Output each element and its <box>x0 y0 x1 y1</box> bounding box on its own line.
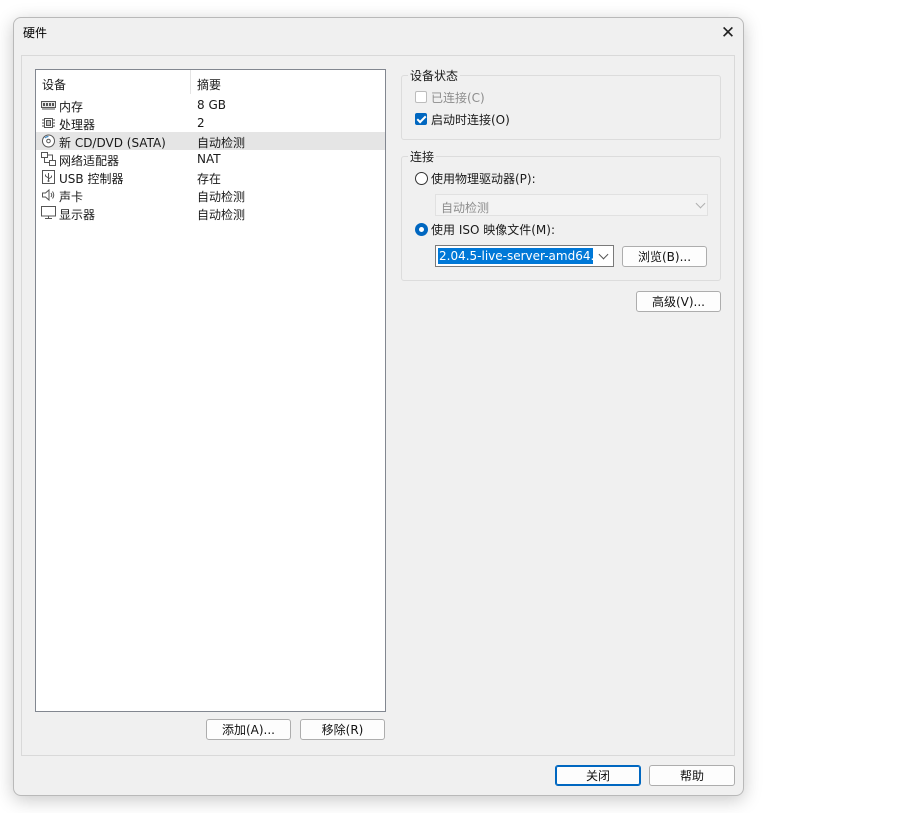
device-name: USB 控制器 <box>59 172 124 186</box>
usb-icon <box>41 170 56 184</box>
device-row-usb[interactable]: USB 控制器 存在 <box>36 168 385 186</box>
physical-drive-label: 使用物理驱动器(P): <box>431 172 536 186</box>
device-summary: 自动检测 <box>197 208 246 222</box>
device-name: 显示器 <box>59 208 96 222</box>
physical-drive-select[interactable]: 自动检测 <box>435 194 708 216</box>
iso-image-label: 使用 ISO 映像文件(M): <box>431 223 555 237</box>
device-row-cd-dvd[interactable]: 新 CD/DVD (SATA) 自动检测 <box>36 132 385 150</box>
device-name: 内存 <box>59 100 84 114</box>
content-panel: 设备 摘要 内存 8 GB 处理器 2 新 CD/DVD (SATA) 自动检测… <box>21 55 735 756</box>
connect-at-power-on-label: 启动时连接(O) <box>431 113 510 127</box>
close-button[interactable]: 关闭 <box>555 765 641 786</box>
browse-button[interactable]: 浏览(B)... <box>622 246 707 267</box>
connected-checkbox[interactable] <box>415 91 427 103</box>
physical-drive-value: 自动检测 <box>441 201 490 215</box>
device-name: 声卡 <box>59 190 84 204</box>
iso-image-radio[interactable] <box>415 223 428 236</box>
close-icon[interactable]: ✕ <box>714 20 742 46</box>
advanced-button[interactable]: 高级(V)... <box>636 291 721 312</box>
header-device[interactable]: 设备 <box>42 76 66 93</box>
physical-drive-radio[interactable] <box>415 172 428 185</box>
device-summary: 8 GB <box>197 98 226 112</box>
device-name: 新 CD/DVD (SATA) <box>59 136 166 150</box>
device-list[interactable]: 设备 摘要 内存 8 GB 处理器 2 新 CD/DVD (SATA) 自动检测… <box>35 69 386 712</box>
cd-dvd-icon <box>41 134 56 148</box>
help-button[interactable]: 帮助 <box>649 765 735 786</box>
dialog-title: 硬件 <box>23 26 48 40</box>
device-summary: 2 <box>197 116 205 130</box>
chevron-down-icon <box>695 198 706 209</box>
iso-path-combobox[interactable]: 2.04.5-live-server-amd64.iso <box>435 245 614 267</box>
device-status-title: 设备状态 <box>408 67 461 84</box>
iso-path-value[interactable]: 2.04.5-live-server-amd64.iso <box>438 248 593 264</box>
memory-icon <box>41 98 56 112</box>
add-device-button[interactable]: 添加(A)... <box>206 719 291 740</box>
header-summary[interactable]: 摘要 <box>197 76 221 93</box>
monitor-icon <box>41 206 56 220</box>
device-status-group <box>401 75 721 140</box>
device-row-memory[interactable]: 内存 8 GB <box>36 96 385 114</box>
processor-icon <box>41 116 56 130</box>
chevron-down-icon[interactable] <box>598 249 609 260</box>
connected-label: 已连接(C) <box>431 91 485 105</box>
device-list-header: 设备 摘要 <box>36 70 385 94</box>
device-summary: 自动检测 <box>197 136 246 150</box>
device-summary: NAT <box>197 152 221 166</box>
speaker-icon <box>41 188 56 202</box>
remove-device-button[interactable]: 移除(R) <box>300 719 385 740</box>
connect-at-power-on-checkbox[interactable] <box>415 113 427 125</box>
header-divider[interactable] <box>190 70 191 94</box>
device-summary: 存在 <box>197 172 222 186</box>
network-adapter-icon <box>41 152 56 166</box>
device-row-network[interactable]: 网络适配器 NAT <box>36 150 385 168</box>
device-name: 处理器 <box>59 118 96 132</box>
device-row-display[interactable]: 显示器 自动检测 <box>36 204 385 222</box>
device-name: 网络适配器 <box>59 154 120 168</box>
device-summary: 自动检测 <box>197 190 246 204</box>
connection-title: 连接 <box>408 148 437 165</box>
hardware-dialog: 硬件 ✕ 设备 摘要 内存 8 GB 处理器 2 新 CD/DVD (SATA)… <box>13 17 744 796</box>
device-row-processor[interactable]: 处理器 2 <box>36 114 385 132</box>
device-row-sound[interactable]: 声卡 自动检测 <box>36 186 385 204</box>
